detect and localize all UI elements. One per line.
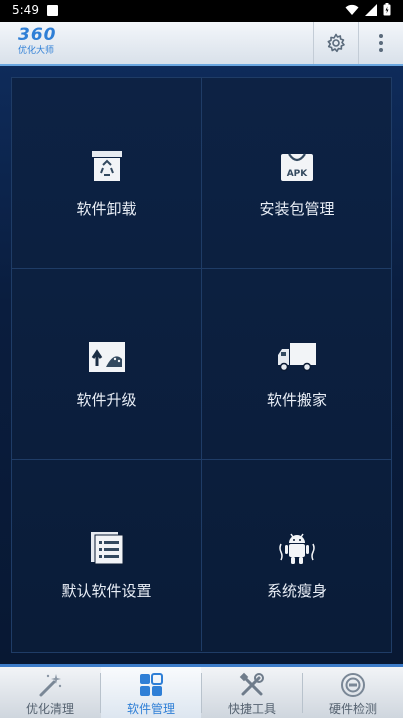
android-slim-icon — [277, 528, 317, 568]
svg-text:APK: APK — [287, 169, 309, 179]
grid-item-label: 默认软件设置 — [61, 582, 152, 600]
truck-icon — [277, 337, 317, 377]
logo-subtitle: 优化大师 — [18, 46, 55, 56]
grid-item-label: 安装包管理 — [259, 200, 335, 218]
tab-label: 快捷工具 — [227, 702, 276, 716]
upgrade-android-icon — [87, 337, 127, 377]
feature-grid: 软件卸载 APK 安装包管理 软件升级 软件搬家 默认软件设置 系统瘦身 — [11, 77, 392, 653]
system-slim-item[interactable]: 系统瘦身 — [202, 460, 392, 651]
settings-button[interactable] — [313, 22, 358, 64]
app-grid-icon — [138, 672, 164, 698]
more-vertical-icon — [379, 34, 383, 52]
tab-software-manage[interactable]: 软件管理 — [101, 667, 201, 718]
app-logo: 360 优化大师 — [18, 27, 57, 57]
bottom-navigation: 优化清理 软件管理 快捷工具 硬件检测 — [0, 664, 403, 718]
grid-item-label: 软件搬家 — [266, 391, 327, 409]
tab-label: 软件管理 — [126, 702, 175, 716]
magic-wand-icon — [37, 672, 63, 698]
tab-optimize-clean[interactable]: 优化清理 — [0, 667, 100, 718]
logo-number: 360 — [18, 25, 57, 45]
grid-item-label: 系统瘦身 — [266, 582, 327, 600]
tab-label: 优化清理 — [25, 702, 74, 716]
gear-icon — [327, 33, 345, 53]
recycle-bin-icon — [87, 146, 127, 186]
list-document-icon — [87, 528, 127, 568]
tab-hardware-check[interactable]: 硬件检测 — [303, 667, 403, 718]
status-icons — [345, 3, 391, 16]
default-software-settings-item[interactable]: 默认软件设置 — [12, 460, 202, 651]
tab-quick-tools[interactable]: 快捷工具 — [202, 667, 302, 718]
notification-icon — [47, 5, 58, 16]
more-options-button[interactable] — [358, 22, 403, 64]
grid-item-label: 软件升级 — [76, 391, 137, 409]
hardware-check-icon — [340, 672, 366, 698]
move-software-item[interactable]: 软件搬家 — [202, 269, 392, 460]
main-content: 软件卸载 APK 安装包管理 软件升级 软件搬家 默认软件设置 系统瘦身 — [0, 66, 403, 664]
status-time: 5:49 — [12, 3, 39, 17]
tools-icon — [239, 672, 265, 698]
uninstall-software-item[interactable]: 软件卸载 — [12, 78, 202, 269]
app-bar: 360 优化大师 — [0, 22, 403, 66]
status-bar: 5:49 — [0, 0, 403, 22]
battery-icon — [383, 3, 391, 16]
apk-package-icon: APK — [277, 146, 317, 186]
tab-label: 硬件检测 — [328, 702, 377, 716]
grid-item-label: 软件卸载 — [76, 200, 137, 218]
wifi-icon — [345, 4, 359, 15]
apk-manager-item[interactable]: APK 安装包管理 — [202, 78, 392, 269]
signal-icon — [365, 3, 377, 16]
software-upgrade-item[interactable]: 软件升级 — [12, 269, 202, 460]
